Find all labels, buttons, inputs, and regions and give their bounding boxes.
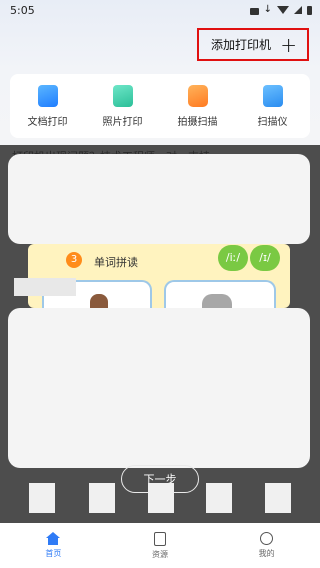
plus-icon: + [280,32,297,57]
lesson-title: 单词拼读 [94,256,138,269]
function-label: 扫描仪 [257,116,288,128]
nav-label: 我的 [258,549,275,558]
phonetic-badge: /iː/ [218,245,248,271]
battery-icon [307,5,312,15]
lesson-cards [42,280,276,308]
user-icon [260,532,274,545]
function-card: 文档打印 照片打印 拍摄扫描 扫描仪 [10,74,310,138]
placeholder-card-bottom [8,308,310,468]
placeholder-block [29,483,55,513]
photo-print-button[interactable]: 照片打印 [88,84,158,128]
document-print-button[interactable]: 文档打印 [13,84,83,128]
placeholder-patch [14,278,76,296]
nav-item-home[interactable]: 首页 [23,532,83,559]
status-bar: 5:05 ↓ [0,0,320,20]
nav-label: 首页 [45,549,62,558]
lesson-preview: 3 单词拼读 /iː/ /ɪ/ [28,244,290,308]
add-printer-label: 添加打印机 [211,38,272,52]
function-label: 拍摄扫描 [177,116,218,128]
wifi-icon [277,6,289,14]
nav-item-resources[interactable]: 资源 [130,531,190,560]
scanner-button[interactable]: 扫描仪 [238,84,308,128]
briefcase-icon [249,7,259,15]
camera-scan-button[interactable]: 拍摄扫描 [163,84,233,128]
status-time: 5:05 [10,3,35,17]
scanner-icon [262,84,283,107]
function-label: 文档打印 [27,116,68,128]
bottom-nav: 首页 资源 我的 [0,523,320,568]
download-icon: ↓ [263,4,272,15]
lesson-number-badge: 3 [66,252,82,268]
placeholder-block [89,483,115,513]
character-image [90,294,108,308]
document-print-icon [37,84,58,107]
document-icon [153,531,166,546]
lesson-card [164,280,276,308]
placeholder-card-top [8,154,310,244]
nav-item-profile[interactable]: 我的 [237,532,297,559]
function-label: 照片打印 [102,116,143,128]
status-icons: ↓ [249,4,312,15]
nav-label: 资源 [151,549,168,559]
add-printer-button[interactable]: 添加打印机 + [197,28,309,61]
placeholder-block [206,483,232,513]
character-image [202,294,232,308]
placeholder-block [265,483,291,513]
home-icon [46,532,61,545]
signal-icon [294,6,302,14]
photo-print-icon [112,84,133,107]
camera-scan-icon [187,84,208,107]
phonetic-badge: /ɪ/ [250,245,280,271]
placeholder-block [148,483,174,513]
